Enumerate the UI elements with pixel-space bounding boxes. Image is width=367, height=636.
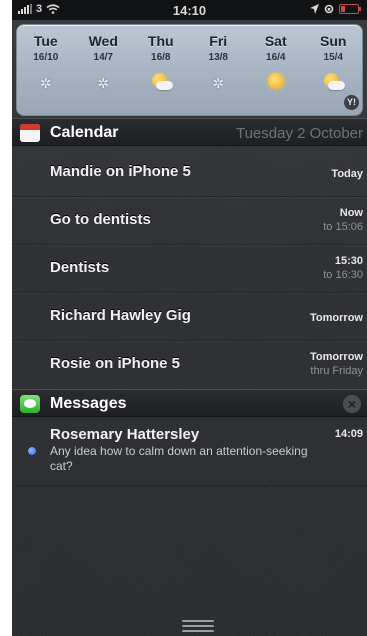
event-time-sub: to 16:30 [323,269,363,281]
calendar-event[interactable]: Rosie on iPhone 5 Tomorrow thru Friday [12,341,367,389]
event-title: Rosie on iPhone 5 [50,355,181,372]
snow-icon: ✲ [97,75,110,91]
message-time: 14:09 [334,428,363,440]
event-time: Today [331,168,363,180]
messages-title: Messages [50,395,127,412]
calendar-header[interactable]: Calendar Tuesday 2 October [12,118,367,146]
event-title: Dentists [50,259,110,276]
weather-day-name: Thu [147,33,174,49]
weather-day-name: Fri [209,33,228,49]
calendar-date: Tuesday 2 October [235,125,363,142]
event-title: Mandie on iPhone 5 [50,163,191,180]
unread-dot [28,447,36,455]
weather-day-name: Wed [88,33,118,49]
weather-widget[interactable]: Tue 16/10 ✲ Wed 14/7 ✲ Thu 16/8 Fri 13/8… [16,24,363,116]
weather-day-name: Sat [264,33,287,49]
notification-center: 3 14:10 Tue 16/10 ✲ Wed 14/7 ✲ Thu 16/8 … [12,0,367,636]
close-icon[interactable]: × [343,395,361,413]
message-sender: Rosemary Hattersley [50,426,200,443]
battery-icon [339,4,361,14]
sun-cloud-icon [320,73,346,95]
sun-icon [263,73,289,95]
calendar-event[interactable]: Mandie on iPhone 5 Today [12,149,367,197]
weather-day: Thu 16/8 [132,33,190,95]
location-icon [310,4,319,14]
messages-header[interactable]: Messages × [12,389,367,417]
event-time-main: Tomorrow [310,351,363,363]
weather-day: Sat 16/4 [247,33,305,95]
weather-day-temp: 14/7 [93,52,113,63]
weather-day: Fri 13/8 ✲ [190,33,248,95]
grabber-handle[interactable] [182,620,214,632]
weather-day-temp: 16/8 [151,52,171,63]
status-right [310,4,361,14]
snow-icon: ✲ [39,75,52,91]
event-time-main: Tomorrow [310,312,363,324]
weather-forecast: Tue 16/10 ✲ Wed 14/7 ✲ Thu 16/8 Fri 13/8… [17,33,362,95]
message-body: Any idea how to calm down an attention-s… [50,444,308,473]
yahoo-icon[interactable]: Y! [344,95,359,110]
message-item[interactable]: Rosemary Hattersley 14:09 Any idea how t… [12,422,367,486]
event-time: Tomorrow [310,312,363,324]
event-time: Tomorrow thru Friday [310,351,363,377]
weather-day-temp: 15/4 [323,52,343,63]
event-time: Now to 15:06 [323,207,363,233]
weather-day-temp: 16/10 [33,52,59,63]
status-bar: 3 14:10 [12,0,367,20]
event-title: Go to dentists [50,211,151,228]
event-time-main: Today [331,168,363,180]
event-time: 15:30 to 16:30 [323,255,363,281]
sun-cloud-icon [148,73,174,95]
event-time-main: Now [339,207,363,219]
weather-day: Sun 15/4 [305,33,363,95]
calendar-event[interactable]: Go to dentists Now to 15:06 [12,197,367,245]
weather-day: Wed 14/7 ✲ [75,33,133,95]
weather-day-temp: 16/4 [266,52,286,63]
calendar-icon [20,124,40,142]
event-title: Richard Hawley Gig [50,307,191,324]
weather-day-temp: 13/8 [208,52,228,63]
calendar-event[interactable]: Dentists 15:30 to 16:30 [12,245,367,293]
weather-day-name: Tue [33,33,58,49]
event-time-sub: to 15:06 [323,221,363,233]
rotation-lock-icon [324,4,334,14]
weather-day-name: Sun [320,33,347,49]
event-time-sub: thru Friday [310,365,363,377]
calendar-title: Calendar [50,124,119,141]
weather-day: Tue 16/10 ✲ [17,33,75,95]
calendar-event[interactable]: Richard Hawley Gig Tomorrow [12,293,367,341]
event-time-main: 15:30 [334,255,363,267]
snow-icon: ✲ [212,75,225,91]
messages-icon [20,395,40,413]
